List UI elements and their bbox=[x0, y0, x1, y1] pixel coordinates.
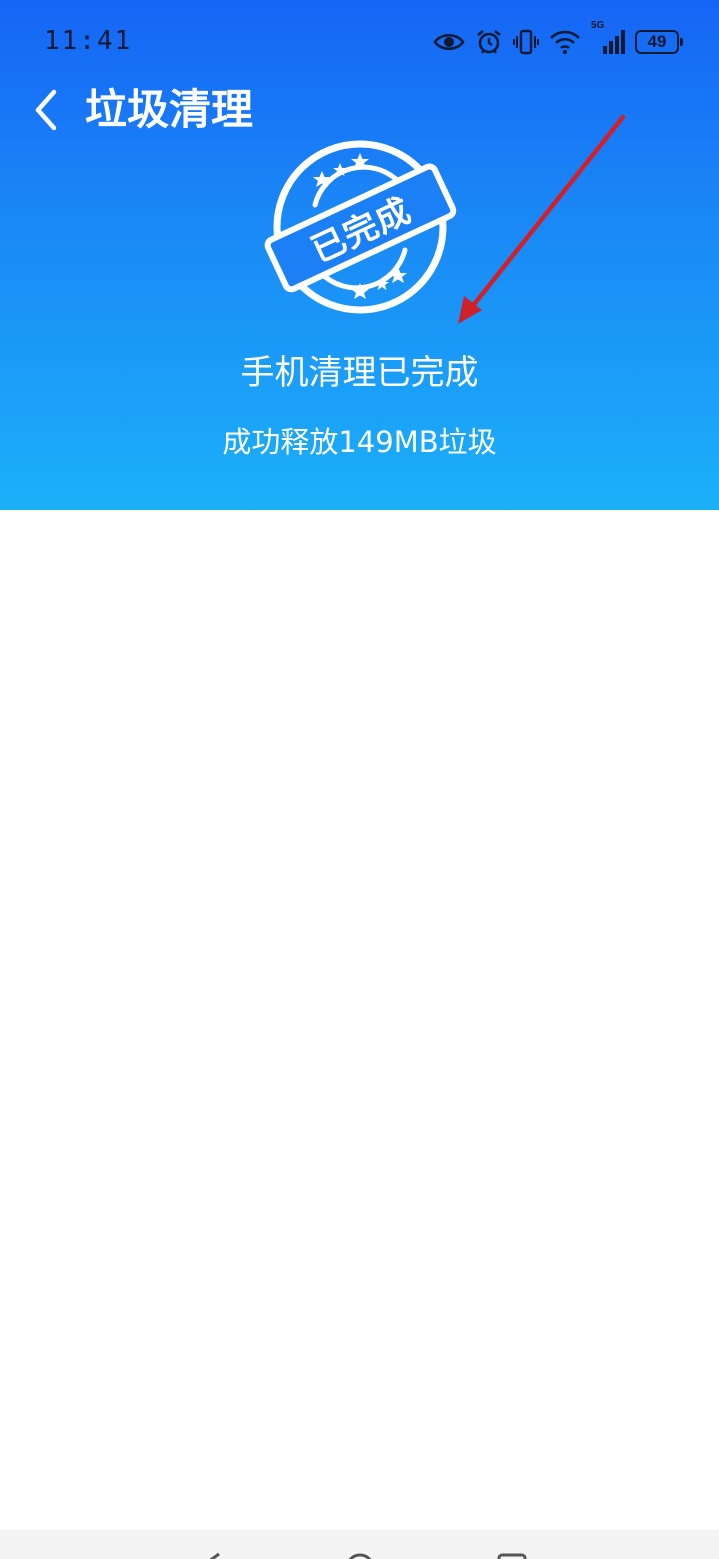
system-navigation-bar bbox=[0, 1530, 719, 1559]
completed-stamp-icon: 已完成 bbox=[260, 135, 460, 320]
home-circle-icon[interactable] bbox=[340, 1530, 380, 1559]
page-title: 垃圾清理 bbox=[85, 85, 254, 134]
back-triangle-icon[interactable] bbox=[195, 1530, 235, 1559]
status-icons: 5G 49 bbox=[433, 20, 683, 58]
annotation-arrow-icon bbox=[458, 114, 626, 324]
alarm-icon bbox=[475, 26, 503, 58]
wifi-icon bbox=[549, 26, 581, 58]
status-time: 11:41 bbox=[44, 26, 133, 56]
eye-icon bbox=[433, 26, 465, 58]
battery-level: 49 bbox=[635, 30, 683, 54]
signal-icon: 5G bbox=[591, 20, 625, 58]
chevron-left-icon bbox=[35, 89, 57, 131]
cleanup-result-screen: 11:41 5G 49 垃圾清理 已完成 手机清理已完成 成功释放149MB垃圾 bbox=[0, 0, 719, 1559]
back-button[interactable] bbox=[22, 84, 70, 136]
result-subtitle: 成功释放149MB垃圾 bbox=[222, 425, 497, 459]
result-header: 11:41 5G 49 垃圾清理 已完成 手机清理已完成 成功释放149MB垃圾 bbox=[0, 0, 719, 510]
network-type-label: 5G bbox=[591, 20, 605, 31]
vibrate-icon bbox=[513, 26, 539, 58]
status-bar: 11:41 5G 49 bbox=[0, 0, 719, 86]
battery-icon: 49 bbox=[635, 26, 683, 58]
result-title: 手机清理已完成 bbox=[240, 353, 479, 393]
recents-square-icon[interactable] bbox=[492, 1530, 532, 1559]
